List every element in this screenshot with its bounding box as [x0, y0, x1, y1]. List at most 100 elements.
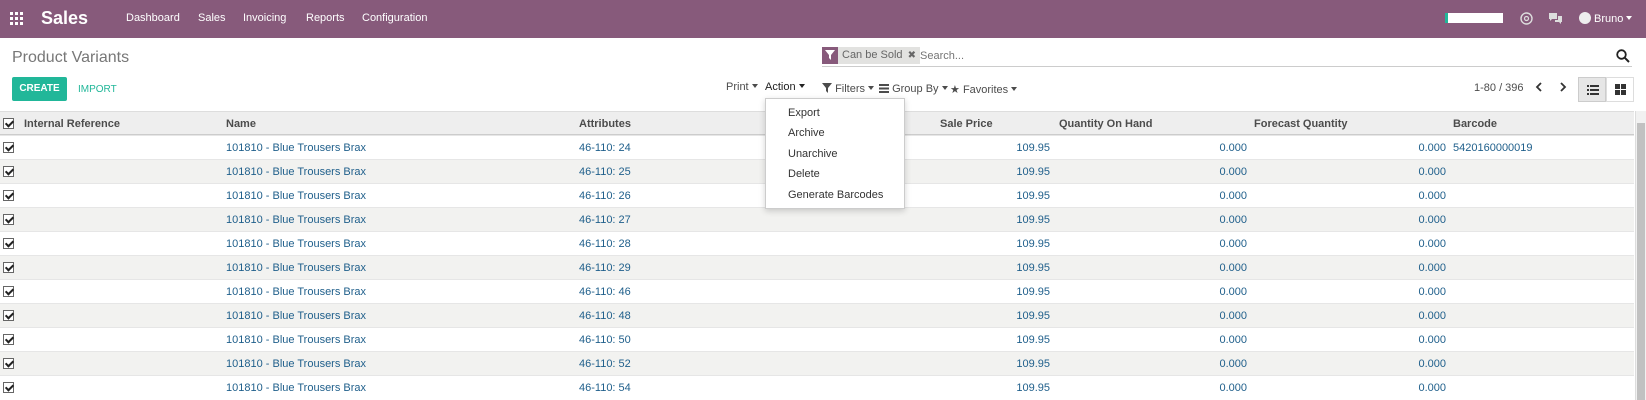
- table-row[interactable]: 101810 - Blue Trousers Brax 46-110: 46 109…: [0, 279, 1634, 303]
- menu-dashboard[interactable]: Dashboard: [126, 12, 180, 24]
- cell-name[interactable]: 101810 - Blue Trousers Brax: [226, 310, 366, 322]
- cell-name[interactable]: 101810 - Blue Trousers Brax: [226, 214, 366, 226]
- menu-item-generate-barcodes[interactable]: Generate Barcodes: [788, 189, 883, 201]
- cell-forecast-quantity: 0.000: [1418, 166, 1446, 178]
- row-checkbox[interactable]: [3, 358, 14, 369]
- row-checkbox[interactable]: [3, 334, 14, 345]
- star-icon: ★: [950, 84, 960, 96]
- help-icon[interactable]: [1520, 12, 1534, 25]
- cell-quantity-on-hand: 0.000: [1219, 286, 1247, 298]
- row-checkbox[interactable]: [3, 142, 14, 153]
- cell-quantity-on-hand: 0.000: [1219, 142, 1247, 154]
- action-dropdown[interactable]: Action: [765, 81, 805, 93]
- scrollbar-thumb[interactable]: [1637, 123, 1645, 400]
- menu-item-delete[interactable]: Delete: [788, 168, 820, 180]
- kanban-view-button[interactable]: [1606, 77, 1634, 102]
- cell-quantity-on-hand: 0.000: [1219, 262, 1247, 274]
- cell-attributes[interactable]: 46-110: 46: [579, 286, 631, 298]
- cell-attributes[interactable]: 46-110: 29: [579, 262, 631, 274]
- top-navbar: Sales Dashboard Sales Invoicing Reports …: [0, 0, 1646, 38]
- cell-quantity-on-hand: 0.000: [1219, 214, 1247, 226]
- pager-previous-button[interactable]: [1532, 81, 1546, 95]
- row-checkbox[interactable]: [3, 262, 14, 273]
- list-view-button[interactable]: [1578, 77, 1606, 102]
- cell-attributes[interactable]: 46-110: 25: [579, 166, 631, 178]
- column-barcode[interactable]: Barcode: [1453, 118, 1497, 130]
- search-input[interactable]: [920, 48, 1570, 64]
- create-button[interactable]: CREATE: [12, 77, 67, 101]
- cell-name[interactable]: 101810 - Blue Trousers Brax: [226, 166, 366, 178]
- close-icon[interactable]: ✖: [908, 50, 916, 61]
- table-row[interactable]: 101810 - Blue Trousers Brax 46-110: 52 109…: [0, 351, 1634, 375]
- table-row[interactable]: 101810 - Blue Trousers Brax 46-110: 48 109…: [0, 303, 1634, 327]
- cell-name[interactable]: 101810 - Blue Trousers Brax: [226, 358, 366, 370]
- menu-reports[interactable]: Reports: [306, 12, 345, 24]
- facet-label: Can be Sold: [842, 49, 903, 61]
- column-quantity-on-hand[interactable]: Quantity On Hand: [1059, 118, 1153, 130]
- column-name[interactable]: Name: [226, 118, 256, 130]
- column-sale-price[interactable]: Sale Price: [940, 118, 993, 130]
- table-row[interactable]: 101810 - Blue Trousers Brax 46-110: 27 109…: [0, 207, 1634, 231]
- menu-item-archive[interactable]: Archive: [788, 127, 825, 139]
- pager-next-button[interactable]: [1556, 81, 1570, 95]
- cell-attributes[interactable]: 46-110: 54: [579, 382, 631, 394]
- chevron-right-icon: [1560, 82, 1567, 92]
- cell-name[interactable]: 101810 - Blue Trousers Brax: [226, 238, 366, 250]
- kanban-view-icon: [1615, 84, 1626, 95]
- chevron-down-icon: [1626, 16, 1633, 20]
- row-checkbox[interactable]: [3, 238, 14, 249]
- cell-sale-price: 109.95: [1016, 190, 1050, 202]
- row-checkbox[interactable]: [3, 190, 14, 201]
- menu-configuration[interactable]: Configuration: [362, 12, 427, 24]
- cell-attributes[interactable]: 46-110: 26: [579, 190, 631, 202]
- row-checkbox[interactable]: [3, 166, 14, 177]
- cell-attributes[interactable]: 46-110: 27: [579, 214, 631, 226]
- cell-name[interactable]: 101810 - Blue Trousers Brax: [226, 382, 366, 394]
- print-dropdown[interactable]: Print: [726, 81, 758, 93]
- import-button[interactable]: IMPORT: [78, 84, 117, 95]
- app-title: Sales: [41, 8, 89, 28]
- chevron-down-icon: [1011, 87, 1018, 91]
- user-menu[interactable]: Bruno: [1579, 12, 1633, 25]
- cell-attributes[interactable]: 46-110: 48: [579, 310, 631, 322]
- menu-invoicing[interactable]: Invoicing: [243, 12, 286, 24]
- row-checkbox[interactable]: [3, 310, 14, 321]
- cell-attributes[interactable]: 46-110: 50: [579, 334, 631, 346]
- menu-item-unarchive[interactable]: Unarchive: [788, 148, 838, 160]
- menu-item-export[interactable]: Export: [788, 107, 820, 119]
- chevron-left-icon: [1535, 82, 1542, 92]
- row-checkbox[interactable]: [3, 286, 14, 297]
- cell-attributes[interactable]: 46-110: 28: [579, 238, 631, 250]
- groupby-label: Group By: [892, 83, 939, 95]
- table-row[interactable]: 101810 - Blue Trousers Brax 46-110: 54 109…: [0, 375, 1634, 399]
- cell-name[interactable]: 101810 - Blue Trousers Brax: [226, 190, 366, 202]
- menu-sales[interactable]: Sales: [198, 12, 226, 24]
- table-row[interactable]: 101810 - Blue Trousers Brax 46-110: 50 109…: [0, 327, 1634, 351]
- filters-dropdown[interactable]: Filters: [822, 83, 875, 95]
- cell-quantity-on-hand: 0.000: [1219, 334, 1247, 346]
- column-forecast-quantity[interactable]: Forecast Quantity: [1254, 118, 1348, 130]
- row-checkbox[interactable]: [3, 382, 14, 393]
- table-row[interactable]: 101810 - Blue Trousers Brax 46-110: 29 109…: [0, 255, 1634, 279]
- cell-name[interactable]: 101810 - Blue Trousers Brax: [226, 334, 366, 346]
- select-all-checkbox[interactable]: [3, 118, 14, 129]
- apps-grid-icon[interactable]: [10, 12, 24, 26]
- column-internal-reference[interactable]: Internal Reference: [24, 118, 120, 130]
- table-row[interactable]: 101810 - Blue Trousers Brax 46-110: 28 109…: [0, 231, 1634, 255]
- row-checkbox[interactable]: [3, 214, 14, 225]
- messaging-icon[interactable]: [1548, 12, 1562, 24]
- cell-attributes[interactable]: 46-110: 24: [579, 142, 631, 154]
- search-icon[interactable]: [1616, 49, 1630, 63]
- cell-name[interactable]: 101810 - Blue Trousers Brax: [226, 142, 366, 154]
- groupby-dropdown[interactable]: Group By: [879, 83, 948, 95]
- favorites-dropdown[interactable]: ★ Favorites: [950, 83, 1018, 96]
- cell-name[interactable]: 101810 - Blue Trousers Brax: [226, 286, 366, 298]
- cell-name[interactable]: 101810 - Blue Trousers Brax: [226, 262, 366, 274]
- print-label: Print: [726, 81, 749, 93]
- vertical-scrollbar[interactable]: [1635, 111, 1646, 400]
- column-attributes[interactable]: Attributes: [579, 118, 631, 130]
- cell-sale-price: 109.95: [1016, 334, 1050, 346]
- cell-sale-price: 109.95: [1016, 382, 1050, 394]
- pager-value[interactable]: 1-80 / 396: [1474, 82, 1524, 94]
- cell-attributes[interactable]: 46-110: 52: [579, 358, 631, 370]
